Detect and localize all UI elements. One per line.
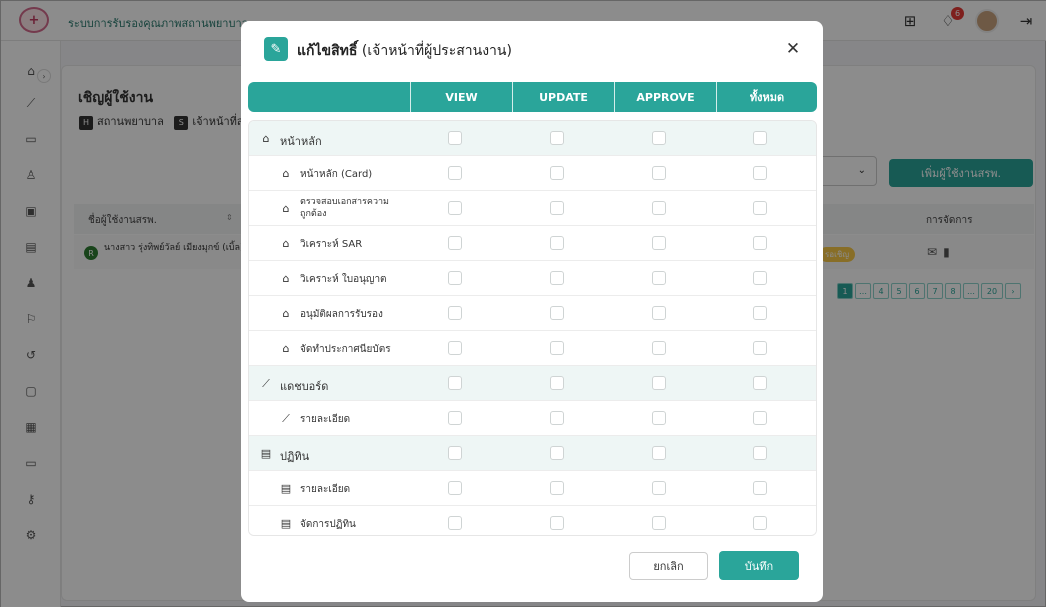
checkbox-approve[interactable]	[652, 306, 666, 320]
col-all: ทั้งหมด	[716, 82, 817, 112]
permission-label: รายละเอียด	[300, 484, 351, 495]
chart-icon: ⟋	[282, 412, 290, 425]
home-icon: ⌂	[282, 167, 290, 180]
checkbox-update[interactable]	[550, 201, 564, 215]
permission-label: แดชบอร์ด	[280, 380, 329, 393]
checkbox-view[interactable]	[448, 376, 462, 390]
modal-title-rest: (เจ้าหน้าที่ผู้ประสานงาน)	[357, 43, 512, 59]
checkbox-approve[interactable]	[652, 481, 666, 495]
home-icon: ⌂	[282, 307, 290, 320]
permission-group-row: ⟋ แดชบอร์ด	[249, 366, 816, 401]
permission-row: ⟋ รายละเอียด	[249, 401, 816, 436]
checkbox-update[interactable]	[550, 166, 564, 180]
checkbox-all[interactable]	[753, 341, 767, 355]
edit-permission-modal: ✎ แก้ไขสิทธิ์ (เจ้าหน้าที่ผู้ประสานงาน) …	[241, 21, 823, 602]
save-button[interactable]: บันทึก	[719, 551, 799, 580]
home-icon: ⌂	[282, 237, 290, 250]
calendar-icon: ▤	[260, 447, 272, 460]
permission-group-row: ▤ ปฏิทิน	[249, 436, 816, 471]
checkbox-view[interactable]	[448, 131, 462, 145]
permission-row: ⌂ หน้าหลัก (Card)	[249, 156, 816, 191]
checkbox-all[interactable]	[753, 236, 767, 250]
permission-label: ตรวจสอบเอกสารความถูกต้อง	[300, 197, 389, 219]
permission-row: ⌂ จัดทำประกาศนียบัตร	[249, 331, 816, 366]
checkbox-view[interactable]	[448, 271, 462, 285]
checkbox-view[interactable]	[448, 516, 462, 530]
checkbox-view[interactable]	[448, 341, 462, 355]
permission-row: ⌂ ตรวจสอบเอกสารความถูกต้อง	[249, 191, 816, 226]
checkbox-all[interactable]	[753, 201, 767, 215]
checkbox-approve[interactable]	[652, 271, 666, 285]
checkbox-all[interactable]	[753, 306, 767, 320]
col-update: UPDATE	[512, 82, 614, 112]
checkbox-update[interactable]	[550, 236, 564, 250]
checkbox-view[interactable]	[448, 201, 462, 215]
permission-row: ⌂ วิเคราะห์ SAR	[249, 226, 816, 261]
permission-row: ⌂ อนุมัติผลการรับรอง	[249, 296, 816, 331]
checkbox-view[interactable]	[448, 411, 462, 425]
checkbox-update[interactable]	[550, 481, 564, 495]
modal-title: แก้ไขสิทธิ์ (เจ้าหน้าที่ผู้ประสานงาน)	[297, 40, 512, 62]
checkbox-update[interactable]	[550, 131, 564, 145]
checkbox-update[interactable]	[550, 271, 564, 285]
col-view: VIEW	[410, 82, 512, 112]
permission-header: VIEW UPDATE APPROVE ทั้งหมด	[248, 82, 817, 112]
permission-label: วิเคราะห์ ใบอนุญาต	[300, 274, 387, 285]
checkbox-all[interactable]	[753, 411, 767, 425]
permission-label: รายละเอียด	[300, 414, 351, 425]
checkbox-all[interactable]	[753, 166, 767, 180]
calendar-icon: ▤	[280, 482, 292, 495]
checkbox-view[interactable]	[448, 236, 462, 250]
checkbox-update[interactable]	[550, 446, 564, 460]
permission-group-row: ⌂ หน้าหลัก	[249, 121, 816, 156]
checkbox-update[interactable]	[550, 341, 564, 355]
checkbox-view[interactable]	[448, 481, 462, 495]
permission-label: หน้าหลัก	[280, 135, 322, 148]
permission-label: จัดการปฏิทิน	[300, 519, 356, 530]
calendar-icon: ▤	[280, 517, 292, 530]
permission-label: จัดทำประกาศนียบัตร	[300, 344, 391, 355]
edit-icon: ✎	[264, 37, 288, 61]
home-icon: ⌂	[282, 202, 290, 215]
checkbox-all[interactable]	[753, 271, 767, 285]
home-icon: ⌂	[282, 342, 290, 355]
checkbox-approve[interactable]	[652, 166, 666, 180]
checkbox-approve[interactable]	[652, 446, 666, 460]
home-icon: ⌂	[262, 132, 270, 145]
checkbox-update[interactable]	[550, 411, 564, 425]
checkbox-view[interactable]	[448, 446, 462, 460]
checkbox-update[interactable]	[550, 516, 564, 530]
chart-icon: ⟋	[262, 377, 270, 390]
checkbox-view[interactable]	[448, 166, 462, 180]
checkbox-approve[interactable]	[652, 411, 666, 425]
checkbox-update[interactable]	[550, 306, 564, 320]
checkbox-approve[interactable]	[652, 236, 666, 250]
permission-row: ▤ จัดการปฏิทิน	[249, 506, 816, 535]
checkbox-update[interactable]	[550, 376, 564, 390]
permission-label: หน้าหลัก (Card)	[300, 169, 373, 180]
permission-label: อนุมัติผลการรับรอง	[300, 309, 383, 320]
checkbox-all[interactable]	[753, 131, 767, 145]
checkbox-approve[interactable]	[652, 201, 666, 215]
permission-row: ▤ รายละเอียด	[249, 471, 816, 506]
checkbox-approve[interactable]	[652, 516, 666, 530]
permission-table: ⌂ หน้าหลัก ⌂ หน้าหลัก (Card) ⌂ ตรวจสอบเอกสารค…	[248, 120, 817, 536]
home-icon: ⌂	[282, 272, 290, 285]
permission-row: ⌂ วิเคราะห์ ใบอนุญาต	[249, 261, 816, 296]
checkbox-view[interactable]	[448, 306, 462, 320]
checkbox-all[interactable]	[753, 376, 767, 390]
modal-title-bold: แก้ไขสิทธิ์	[297, 43, 358, 59]
permission-label: วิเคราะห์ SAR	[300, 239, 363, 250]
checkbox-all[interactable]	[753, 481, 767, 495]
cancel-button[interactable]: ยกเลิก	[629, 552, 708, 580]
checkbox-approve[interactable]	[652, 341, 666, 355]
checkbox-approve[interactable]	[652, 131, 666, 145]
permission-label: ปฏิทิน	[280, 450, 310, 463]
col-approve: APPROVE	[614, 82, 716, 112]
checkbox-approve[interactable]	[652, 376, 666, 390]
checkbox-all[interactable]	[753, 516, 767, 530]
checkbox-all[interactable]	[753, 446, 767, 460]
close-icon[interactable]: ✕	[783, 39, 803, 59]
